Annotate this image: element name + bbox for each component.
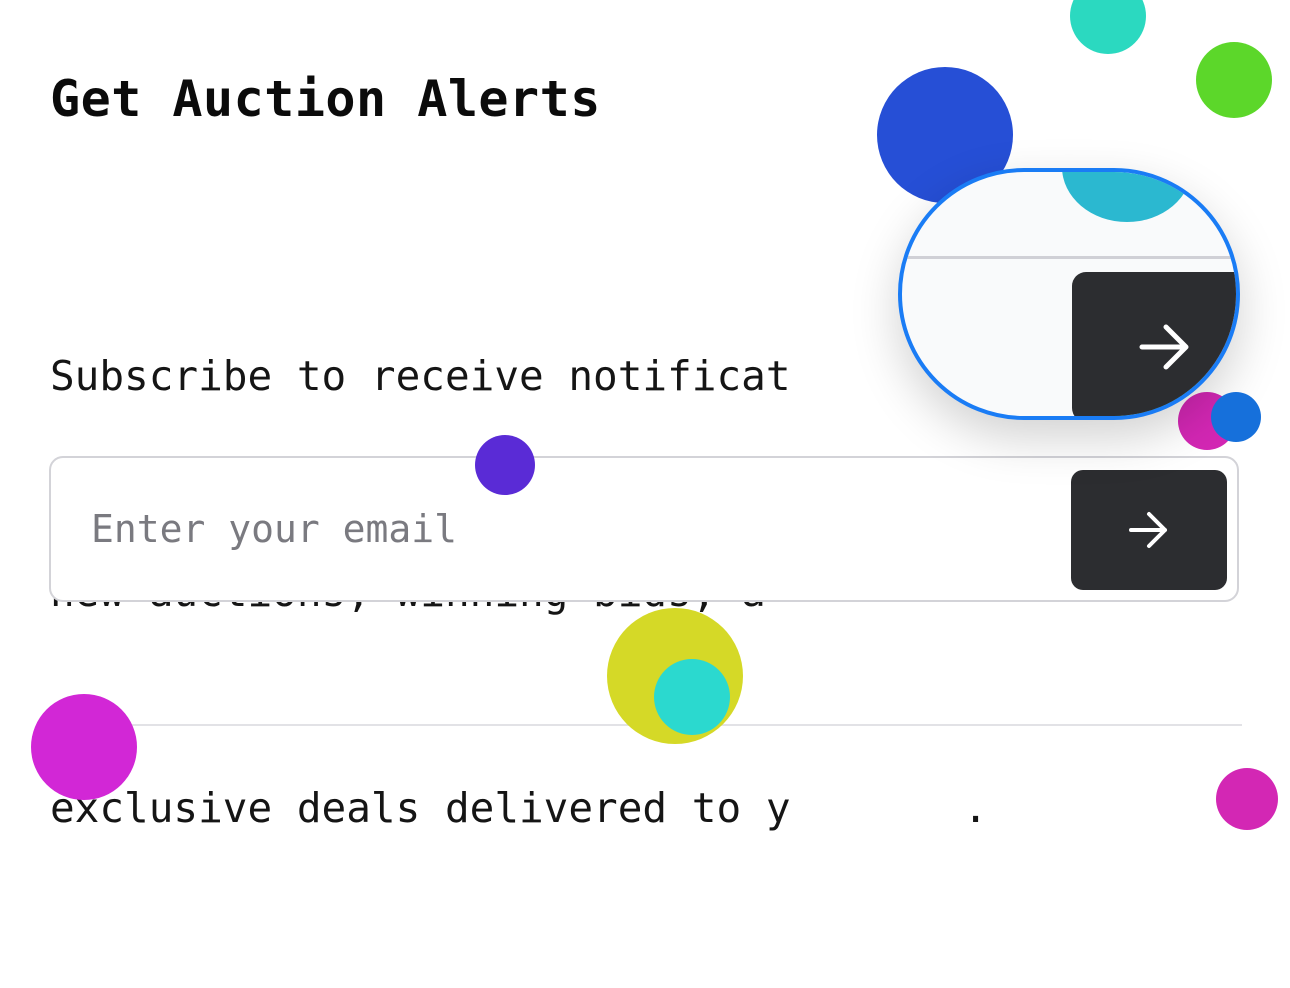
decor-dot — [1196, 42, 1272, 118]
arrow-right-icon — [1139, 324, 1189, 370]
subscribe-submit-button[interactable] — [1071, 470, 1227, 590]
arrow-right-icon — [1129, 512, 1167, 548]
magnified-content — [902, 172, 1236, 416]
decor-dot — [654, 659, 730, 735]
decor-dot — [1216, 768, 1278, 830]
decor-dot — [31, 694, 137, 800]
magnifier-lens — [898, 168, 1240, 420]
decor-dot — [1062, 172, 1192, 222]
email-form — [49, 456, 1239, 602]
decor-dot — [475, 435, 535, 495]
decor-dot — [1070, 0, 1146, 54]
magnified-border-line — [902, 256, 1236, 259]
magnified-submit-button — [1072, 272, 1236, 416]
email-input[interactable] — [89, 498, 993, 560]
magnifier-handle-dot[interactable] — [1211, 392, 1261, 442]
description-line: exclusive deals delivered to y . — [50, 784, 988, 832]
page-title: Get Auction Alerts — [50, 70, 601, 128]
